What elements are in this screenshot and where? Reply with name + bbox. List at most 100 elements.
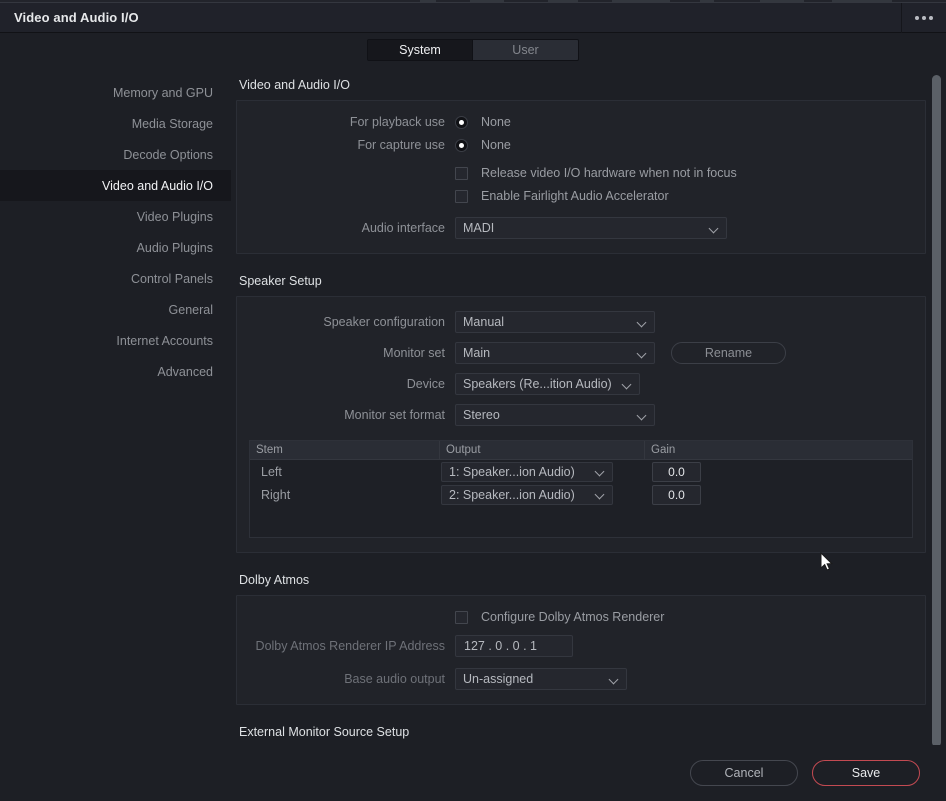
- settings-scroll-pane: Video and Audio I/O For playback use Non…: [231, 67, 946, 776]
- scope-tabs: System User: [367, 39, 579, 61]
- chevron-down-icon: [638, 318, 647, 327]
- section-title-speaker-setup: Speaker Setup: [239, 274, 322, 288]
- select-output-right[interactable]: 2: Speaker...ion Audio): [441, 484, 613, 505]
- label-for-capture-use: For capture use: [357, 138, 445, 152]
- select-output-left[interactable]: 1: Speaker...ion Audio): [441, 461, 613, 482]
- sidebar-item-memory-and-gpu[interactable]: Memory and GPU: [0, 77, 231, 108]
- chevron-down-icon: [638, 411, 647, 420]
- tab-system[interactable]: System: [368, 40, 473, 60]
- row-base-audio-output: Base audio output Un-assigned: [237, 668, 925, 690]
- select-monitor-set-format[interactable]: Stereo: [455, 404, 655, 426]
- preferences-sidebar: Memory and GPU Media Storage Decode Opti…: [0, 67, 231, 776]
- column-header-output: Output: [440, 441, 645, 459]
- row-monitor-set-format: Monitor set format Stereo: [237, 404, 925, 426]
- settings-scrollbar[interactable]: [931, 73, 942, 763]
- select-speaker-configuration-value: Manual: [463, 315, 504, 329]
- row-audio-interface: Audio interface MADI: [237, 217, 925, 239]
- value-for-playback-use: None: [481, 115, 511, 129]
- dolby-renderer-ip-field[interactable]: 127 . 0 . 0 . 1: [455, 635, 573, 657]
- row-release-video-hardware: Release video I/O hardware when not in f…: [237, 166, 925, 180]
- table-header-row: Stem Output Gain: [250, 441, 912, 460]
- label-enable-fairlight-accelerator: Enable Fairlight Audio Accelerator: [481, 189, 669, 203]
- row-for-capture-use: For capture use None: [237, 138, 925, 152]
- sidebar-item-general[interactable]: General: [0, 294, 231, 325]
- rename-button[interactable]: Rename: [671, 342, 786, 364]
- label-configure-dolby-renderer: Configure Dolby Atmos Renderer: [481, 610, 665, 624]
- row-enable-fairlight-accelerator: Enable Fairlight Audio Accelerator: [237, 189, 925, 203]
- gain-field-left[interactable]: 0.0: [652, 461, 701, 482]
- sidebar-item-media-storage[interactable]: Media Storage: [0, 108, 231, 139]
- panel-video-audio-io: For playback use None For capture use No…: [236, 100, 926, 254]
- checkbox-release-video-hardware[interactable]: [455, 166, 468, 180]
- scrollbar-thumb[interactable]: [932, 75, 941, 747]
- sidebar-item-control-panels[interactable]: Control Panels: [0, 263, 231, 294]
- value-for-capture-use: None: [481, 138, 511, 152]
- select-output-left-value: 1: Speaker...ion Audio): [449, 464, 575, 479]
- sidebar-item-internet-accounts[interactable]: Internet Accounts: [0, 325, 231, 356]
- cell-stem: Left: [261, 464, 282, 479]
- chevron-down-icon: [710, 224, 719, 233]
- section-title-dolby-atmos: Dolby Atmos: [239, 573, 310, 587]
- row-configure-dolby-renderer: Configure Dolby Atmos Renderer: [237, 610, 925, 624]
- sidebar-item-video-plugins[interactable]: Video Plugins: [0, 201, 231, 232]
- speaker-routing-table: Stem Output Gain Left 1: Speaker...ion A…: [249, 440, 913, 538]
- dialog-title: Video and Audio I/O: [14, 10, 139, 25]
- table-empty-space: [250, 506, 912, 537]
- label-monitor-set: Monitor set: [383, 346, 445, 360]
- gain-field-right[interactable]: 0.0: [652, 484, 701, 505]
- label-dolby-renderer-ip: Dolby Atmos Renderer IP Address: [255, 639, 445, 653]
- select-audio-interface[interactable]: MADI: [455, 217, 727, 239]
- label-speaker-configuration: Speaker configuration: [323, 315, 445, 329]
- panel-speaker-setup: Speaker configuration Manual Monitor set…: [236, 296, 926, 553]
- ellipsis-icon[interactable]: [913, 11, 935, 25]
- select-base-audio-output[interactable]: Un-assigned: [455, 668, 627, 690]
- row-speaker-configuration: Speaker configuration Manual: [237, 311, 925, 333]
- sidebar-item-advanced[interactable]: Advanced: [0, 356, 231, 387]
- titlebar-divider: [901, 3, 902, 33]
- select-monitor-set-format-value: Stereo: [463, 408, 500, 422]
- chevron-down-icon: [596, 467, 605, 476]
- select-monitor-set[interactable]: Main: [455, 342, 655, 364]
- section-title-video-audio-io: Video and Audio I/O: [239, 78, 350, 92]
- sidebar-item-decode-options[interactable]: Decode Options: [0, 139, 231, 170]
- chevron-down-icon: [610, 675, 619, 684]
- radio-for-playback-use[interactable]: [455, 115, 468, 129]
- column-header-stem: Stem: [250, 441, 440, 459]
- sidebar-item-audio-plugins[interactable]: Audio Plugins: [0, 232, 231, 263]
- table-row: Left 1: Speaker...ion Audio) 0.0: [250, 460, 912, 483]
- label-device: Device: [406, 377, 445, 391]
- label-release-video-hardware: Release video I/O hardware when not in f…: [481, 166, 737, 180]
- select-monitor-set-value: Main: [463, 346, 491, 360]
- cancel-button[interactable]: Cancel: [690, 760, 798, 786]
- select-device-value: Speakers (Re...ition Audio): [463, 377, 612, 391]
- select-device[interactable]: Speakers (Re...ition Audio): [455, 373, 640, 395]
- select-base-audio-output-value: Un-assigned: [463, 672, 534, 686]
- checkbox-configure-dolby-renderer[interactable]: [455, 610, 468, 624]
- tab-user[interactable]: User: [473, 40, 578, 60]
- cell-stem: Right: [261, 487, 291, 502]
- label-monitor-set-format: Monitor set format: [344, 408, 445, 422]
- label-for-playback-use: For playback use: [349, 115, 445, 129]
- column-header-gain: Gain: [651, 444, 676, 456]
- select-speaker-configuration[interactable]: Manual: [455, 311, 655, 333]
- chevron-down-icon: [596, 490, 605, 499]
- chevron-down-icon: [638, 349, 647, 358]
- select-audio-interface-value: MADI: [463, 221, 495, 235]
- row-device: Device Speakers (Re...ition Audio): [237, 373, 925, 395]
- select-output-right-value: 2: Speaker...ion Audio): [449, 487, 575, 502]
- radio-for-capture-use[interactable]: [455, 138, 468, 152]
- section-title-external-monitor-source-setup: External Monitor Source Setup: [239, 725, 410, 739]
- panel-dolby-atmos: Configure Dolby Atmos Renderer Dolby Atm…: [236, 595, 926, 705]
- scope-tabbar: System User: [0, 33, 946, 67]
- dialog-body: Memory and GPU Media Storage Decode Opti…: [0, 67, 946, 776]
- dialog-footer: Cancel Save: [0, 745, 946, 801]
- save-button[interactable]: Save: [812, 760, 920, 786]
- row-dolby-renderer-ip: Dolby Atmos Renderer IP Address 127 . 0 …: [237, 635, 925, 657]
- checkbox-enable-fairlight-accelerator[interactable]: [455, 189, 468, 203]
- dialog-titlebar: Video and Audio I/O: [0, 3, 946, 33]
- preferences-dialog: Video and Audio I/O System User Memory a…: [0, 2, 946, 801]
- chevron-down-icon: [623, 380, 632, 389]
- label-base-audio-output: Base audio output: [344, 672, 445, 686]
- row-monitor-set: Monitor set Main Rename: [237, 342, 925, 364]
- sidebar-item-video-and-audio-io[interactable]: Video and Audio I/O: [0, 170, 231, 201]
